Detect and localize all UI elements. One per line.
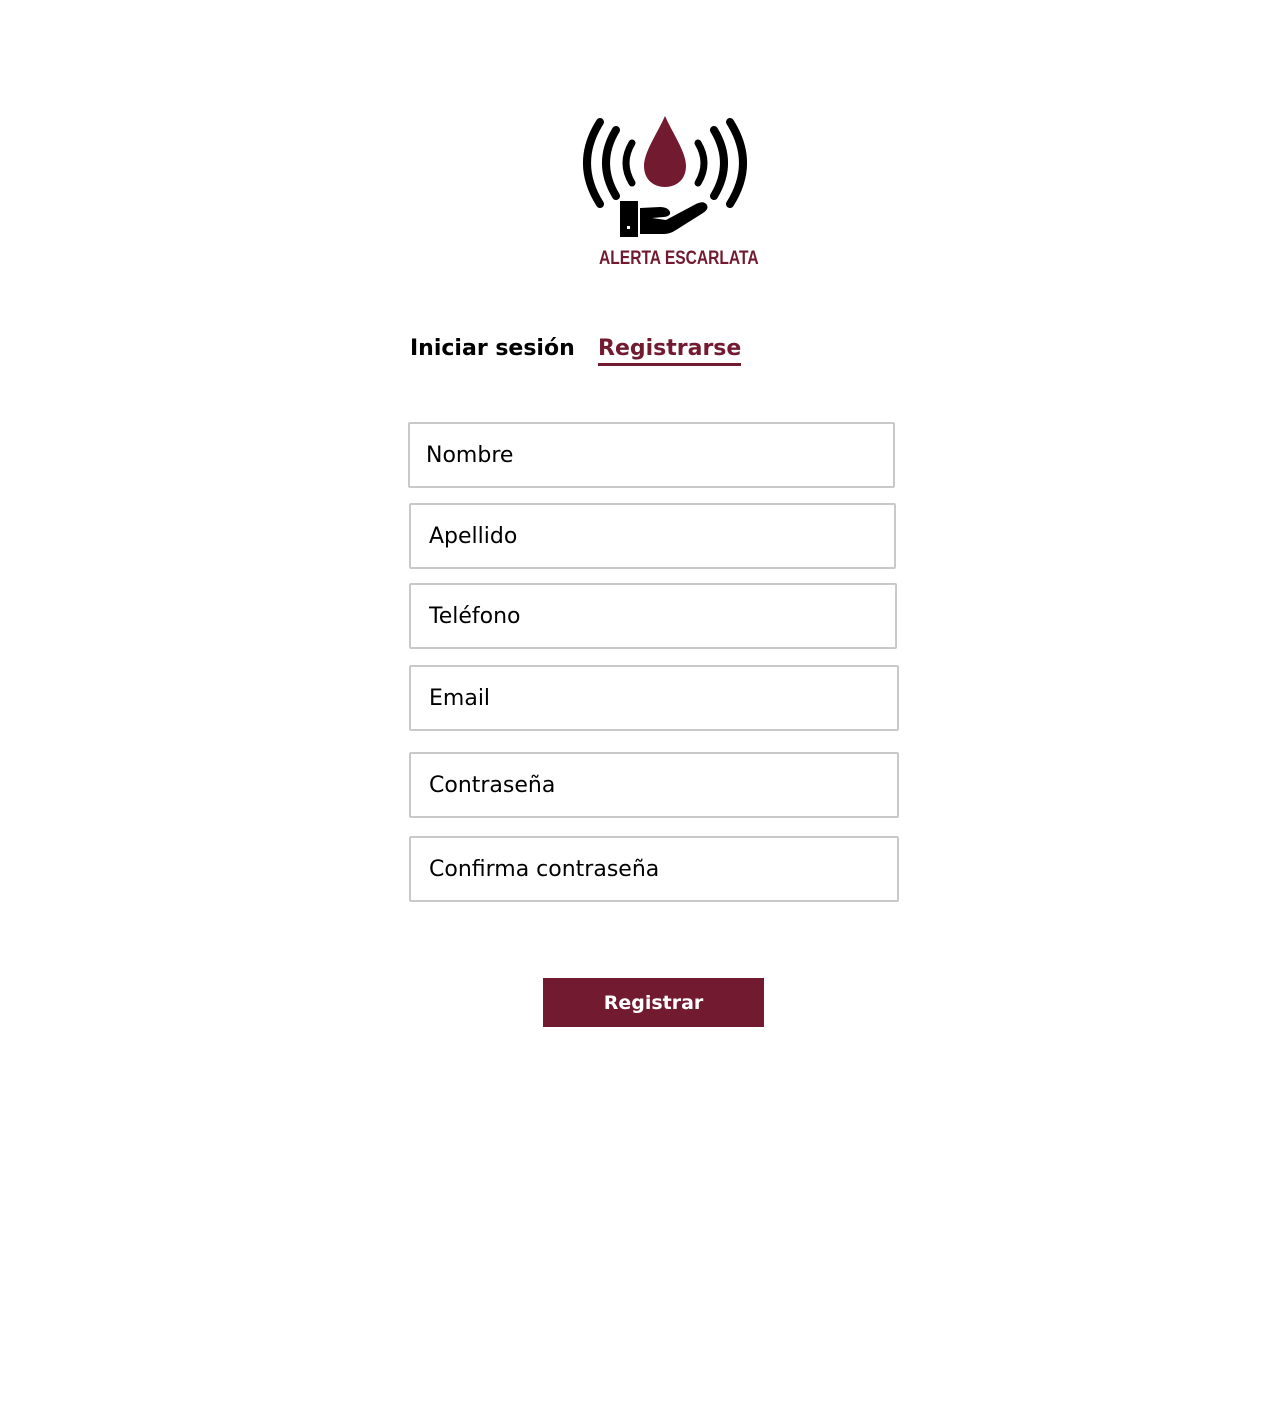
tab-register[interactable]: Registrarse: [598, 336, 742, 366]
brand-name: ALERTA ESCARLATA: [599, 248, 759, 269]
password-field-box: [409, 752, 899, 818]
email-input[interactable]: [411, 667, 897, 729]
last-name-input[interactable]: [411, 505, 894, 567]
phone-field-box: [409, 583, 897, 649]
first-name-field-box: [408, 422, 895, 488]
confirm-password-field-box: [409, 836, 899, 902]
confirm-password-input[interactable]: [411, 838, 897, 900]
phone-input[interactable]: [411, 585, 895, 647]
tab-login[interactable]: Iniciar sesión: [410, 336, 575, 361]
register-button[interactable]: Registrar: [543, 978, 764, 1027]
first-name-input[interactable]: [410, 424, 893, 486]
email-field-box: [409, 665, 899, 731]
password-input[interactable]: [411, 754, 897, 816]
last-name-field-box: [409, 503, 896, 569]
